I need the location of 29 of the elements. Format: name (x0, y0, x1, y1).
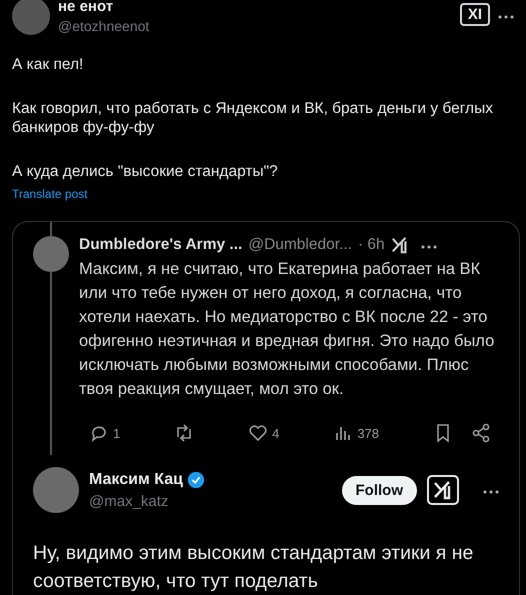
more-icon[interactable] (498, 14, 514, 18)
avatar-placeholder[interactable] (12, 0, 50, 35)
action-count: 378 (357, 426, 380, 440)
slash-logo-icon (433, 480, 453, 500)
post-paragraph: Как говорил, что работать с Яндексом и ВК, брать деньги у беглых банкиров фу-фу-фу (12, 99, 494, 137)
author-handle[interactable]: @Dumbledor... (248, 236, 352, 254)
post-text: Ну, видимо этим высоким стандартам этики я не соответствую, что тут поделать (33, 541, 474, 594)
author-name[interactable]: Dumbledore's Army ... (79, 236, 242, 254)
author-handle[interactable]: @max_katz (89, 492, 332, 510)
more-icon[interactable] (420, 245, 437, 249)
author-handle[interactable]: @etozhneenot (58, 17, 452, 35)
post-paragraph: А куда делись "высокие стандарты"? (12, 162, 279, 181)
heart-icon[interactable] (248, 423, 268, 443)
follow-button[interactable]: Follow (342, 476, 417, 504)
reply-text: Максим, я не считаю, что Екатерина работает на ВК или что тебе нужен от него доход, я согласна, что хотели наехать. Но медиаторство с ВК после 22 - это офигенно неэтичная и вредная фигня. Это надо было исключать любыми возможными способами. Плюс твоя реакция смущает, мол это ок. (79, 259, 495, 400)
author-name[interactable]: Максим Кац (89, 470, 183, 488)
avatar-placeholder[interactable] (33, 236, 69, 272)
logo-button[interactable] (427, 475, 459, 505)
translate-link[interactable]: Translate post (12, 187, 88, 201)
slash-logo-icon (390, 236, 409, 254)
post-paragraph: А как пел! (12, 55, 84, 74)
badge[interactable]: XI (460, 3, 490, 26)
avatar-placeholder[interactable] (33, 467, 79, 513)
share-icon[interactable] (470, 423, 491, 443)
more-icon[interactable] (483, 490, 499, 494)
post-time: · 6h (358, 236, 385, 254)
action-count: 4 (272, 426, 280, 440)
author-name[interactable]: не енот (58, 0, 452, 17)
action-count: 1 (113, 426, 120, 440)
